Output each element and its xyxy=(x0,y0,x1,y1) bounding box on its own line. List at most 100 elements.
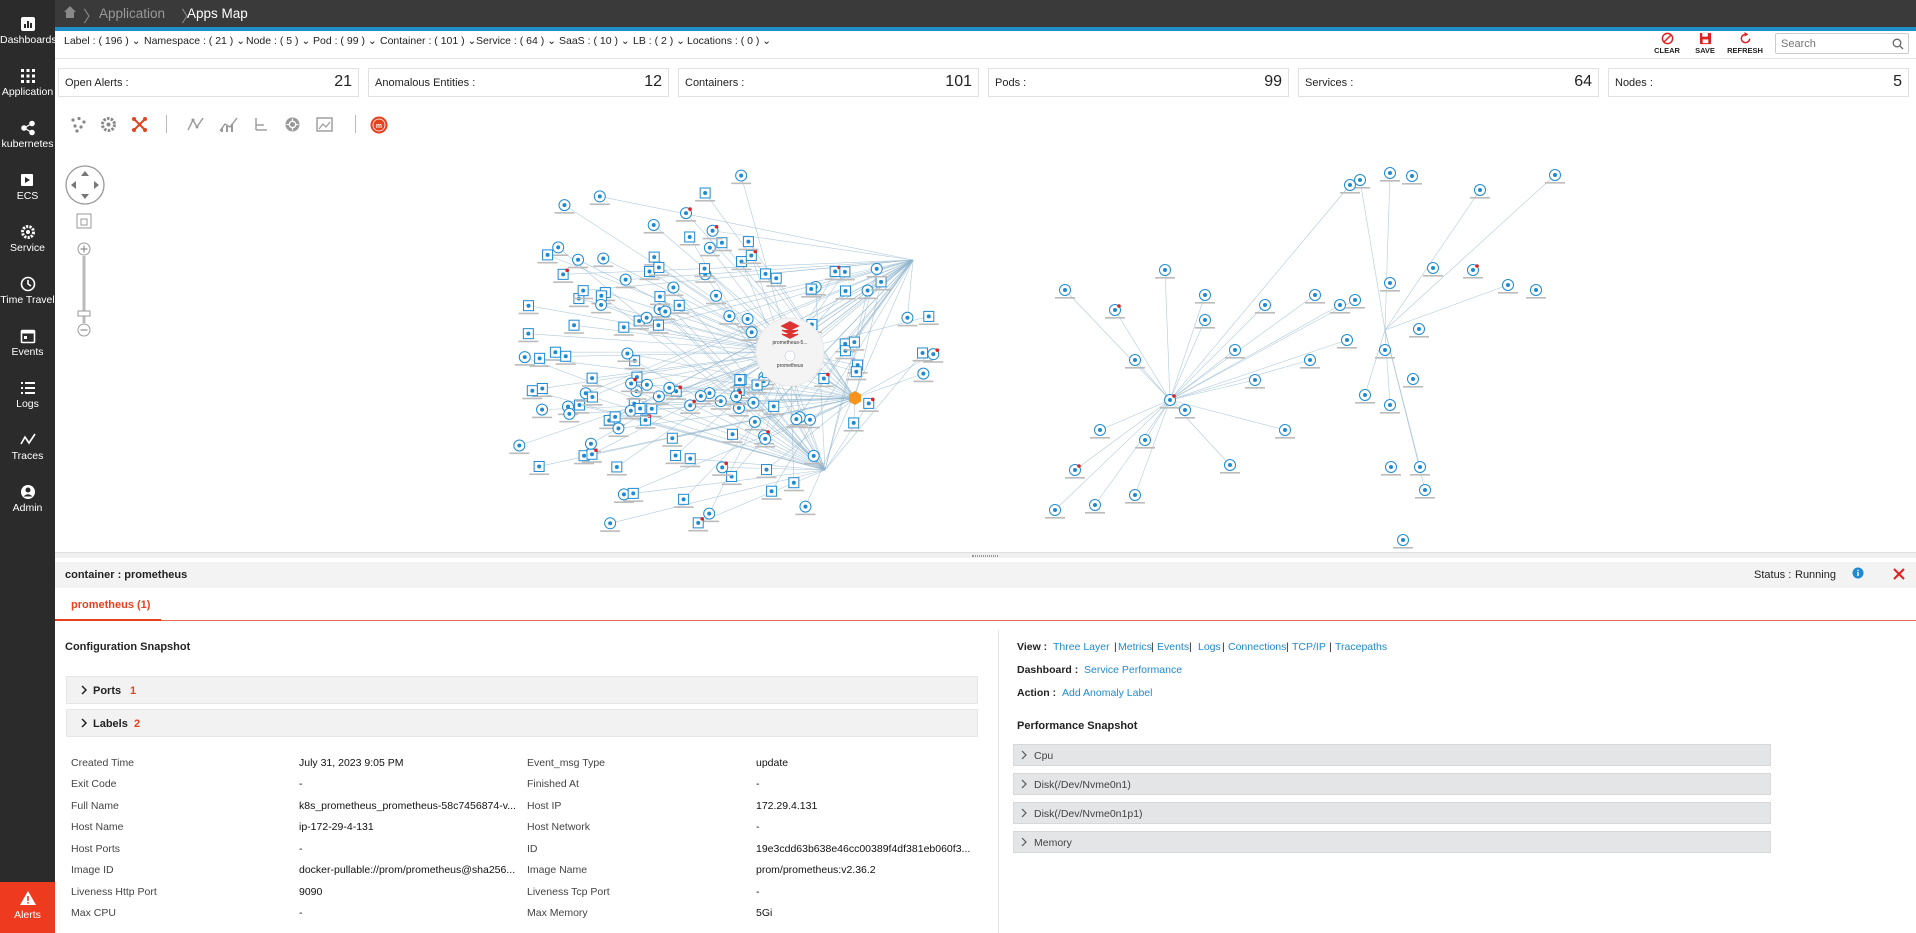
graph-node[interactable] xyxy=(1415,484,1435,499)
filter-container[interactable]: Container : ( 101 ) ⌄ xyxy=(380,35,476,47)
graph-node[interactable] xyxy=(553,268,574,283)
graph-node[interactable] xyxy=(1402,170,1422,185)
splitter-handle[interactable] xyxy=(972,555,998,557)
graph-node[interactable] xyxy=(1275,424,1295,439)
graph-node[interactable] xyxy=(518,300,539,315)
graph-node[interactable] xyxy=(1055,284,1075,299)
kubernetes-view-icon[interactable] xyxy=(284,116,301,136)
graph-node[interactable] xyxy=(1410,461,1430,476)
graph-node[interactable] xyxy=(1220,459,1240,474)
nav-traces[interactable]: Traces xyxy=(0,426,55,478)
graph-node[interactable] xyxy=(1125,354,1145,369)
graph-node[interactable] xyxy=(564,319,585,334)
filter-service[interactable]: Service : ( 64 ) ⌄ xyxy=(476,35,556,47)
graph-node[interactable] xyxy=(897,311,918,327)
info-icon[interactable] xyxy=(1852,567,1864,582)
home-icon[interactable] xyxy=(63,5,77,22)
hierarchy-view-icon[interactable] xyxy=(252,116,269,136)
ports-accordion[interactable]: Ports 1 xyxy=(66,676,978,704)
nav-application[interactable]: Application xyxy=(0,62,55,114)
graph-node[interactable] xyxy=(665,450,686,465)
image-view-icon[interactable] xyxy=(316,116,333,136)
graph-node[interactable] xyxy=(795,500,816,516)
graph-node[interactable] xyxy=(679,231,700,246)
perf-accordion-disk-nvme0n1p1[interactable]: Disk(/Dev/Nvme0n1p1) xyxy=(1013,802,1771,824)
view-link-metrics[interactable]: Metrics xyxy=(1118,641,1152,653)
graph-node[interactable] xyxy=(1463,264,1483,279)
graph-node[interactable] xyxy=(1330,299,1350,314)
graph-node[interactable] xyxy=(1105,304,1125,319)
filter-label[interactable]: Label : ( 196 ) ⌄ xyxy=(64,35,141,47)
filter-node[interactable]: Node : ( 5 ) ⌄ xyxy=(246,35,310,47)
graph-node[interactable] xyxy=(1355,389,1375,404)
nav-ecs[interactable]: ECS xyxy=(0,166,55,218)
graph-node[interactable] xyxy=(509,439,530,455)
nav-dashboards[interactable]: Dashboards xyxy=(0,10,57,62)
zoom-slider-handle[interactable] xyxy=(77,310,91,317)
nav-events[interactable]: Events xyxy=(0,322,55,374)
graph-node[interactable] xyxy=(663,281,684,297)
graph-node[interactable] xyxy=(1526,284,1546,299)
summary-card-containers[interactable]: Containers : 101 xyxy=(678,68,979,97)
graph-node[interactable] xyxy=(643,218,664,234)
summary-card-open-alerts[interactable]: Open Alerts : 21 xyxy=(58,68,359,97)
summary-card-pods[interactable]: Pods : 99 xyxy=(988,68,1289,97)
graph-node[interactable] xyxy=(1125,489,1145,504)
perf-accordion-memory[interactable]: Memory xyxy=(1013,831,1771,853)
add-anomaly-label-link[interactable]: Add Anomaly Label xyxy=(1062,687,1152,699)
breadcrumb-application[interactable]: Application xyxy=(99,6,165,21)
graph-node[interactable] xyxy=(518,328,539,343)
filter-lb[interactable]: LB : ( 2 ) ⌄ xyxy=(633,35,685,47)
graph-node[interactable] xyxy=(1381,461,1401,476)
graph-node[interactable] xyxy=(913,367,934,383)
nav-time-travel[interactable]: Time Travel xyxy=(0,270,55,322)
graph-node[interactable] xyxy=(600,517,621,532)
graph-node[interactable] xyxy=(1300,354,1320,369)
graph-node[interactable] xyxy=(1085,499,1105,514)
zoom-in-button[interactable] xyxy=(77,242,91,256)
graph-node[interactable] xyxy=(1380,399,1400,414)
filter-namespace[interactable]: Namespace : ( 21 ) ⌄ xyxy=(144,35,245,47)
network-layout-icon[interactable] xyxy=(131,116,148,136)
view-link-events[interactable]: Events xyxy=(1157,641,1189,653)
graph-node[interactable] xyxy=(1255,299,1275,314)
summary-card-services[interactable]: Services : 64 xyxy=(1298,68,1599,97)
graph-node[interactable] xyxy=(568,253,589,269)
scatter-layout-icon[interactable] xyxy=(70,116,87,136)
summary-card-anomalous-entities[interactable]: Anomalous Entities : 12 xyxy=(368,68,669,97)
close-icon[interactable] xyxy=(1891,566,1907,585)
graph-node[interactable] xyxy=(554,199,575,214)
dashboard-link-service-performance[interactable]: Service Performance xyxy=(1084,664,1182,676)
nav-admin[interactable]: Admin xyxy=(0,478,55,530)
graph-node[interactable] xyxy=(680,453,701,468)
view-link-connections[interactable]: Connections xyxy=(1228,641,1286,653)
nav-logs[interactable]: Logs xyxy=(0,374,55,426)
trace-view-icon[interactable] xyxy=(187,116,204,136)
graph-node[interactable] xyxy=(731,169,752,185)
graph-node[interactable] xyxy=(1345,294,1365,309)
graph-node[interactable] xyxy=(1498,279,1518,294)
view-link-tcpip[interactable]: TCP/IP xyxy=(1292,641,1326,653)
graph-node[interactable] xyxy=(676,207,697,222)
prometheus-hub[interactable]: prometheus-5... prometheus xyxy=(755,317,825,387)
filter-pod[interactable]: Pod : ( 99 ) ⌄ xyxy=(313,35,377,47)
graph-node[interactable] xyxy=(695,187,716,202)
nav-alerts[interactable]: Alerts xyxy=(0,882,55,933)
graph-node[interactable] xyxy=(858,397,879,412)
graph-node[interactable] xyxy=(1470,184,1490,199)
view-link-three-layer[interactable]: Three Layer xyxy=(1053,641,1110,653)
perf-accordion-disk-nvme0n1[interactable]: Disk(/Dev/Nvme0n1) xyxy=(1013,773,1771,795)
filter-saas[interactable]: SaaS : ( 10 ) ⌄ xyxy=(559,35,630,47)
graph-node[interactable] xyxy=(835,345,856,360)
plugin-badge-icon[interactable]: m xyxy=(370,116,388,137)
hand-tool-icon[interactable] xyxy=(76,213,92,229)
nav-kubernetes[interactable]: kubernetes xyxy=(0,114,55,166)
search-icon[interactable] xyxy=(1892,38,1904,50)
graph-node[interactable] xyxy=(1380,277,1400,292)
apps-map-graph[interactable]: prometheus-5... prometheus xyxy=(55,140,1916,550)
graph-node[interactable] xyxy=(835,285,856,300)
labels-accordion[interactable]: Labels 2 xyxy=(66,709,978,737)
view-link-tracepaths[interactable]: Tracepaths xyxy=(1335,641,1387,653)
nav-service[interactable]: Service xyxy=(0,218,55,270)
refresh-button[interactable]: REFRESH xyxy=(1723,32,1767,55)
